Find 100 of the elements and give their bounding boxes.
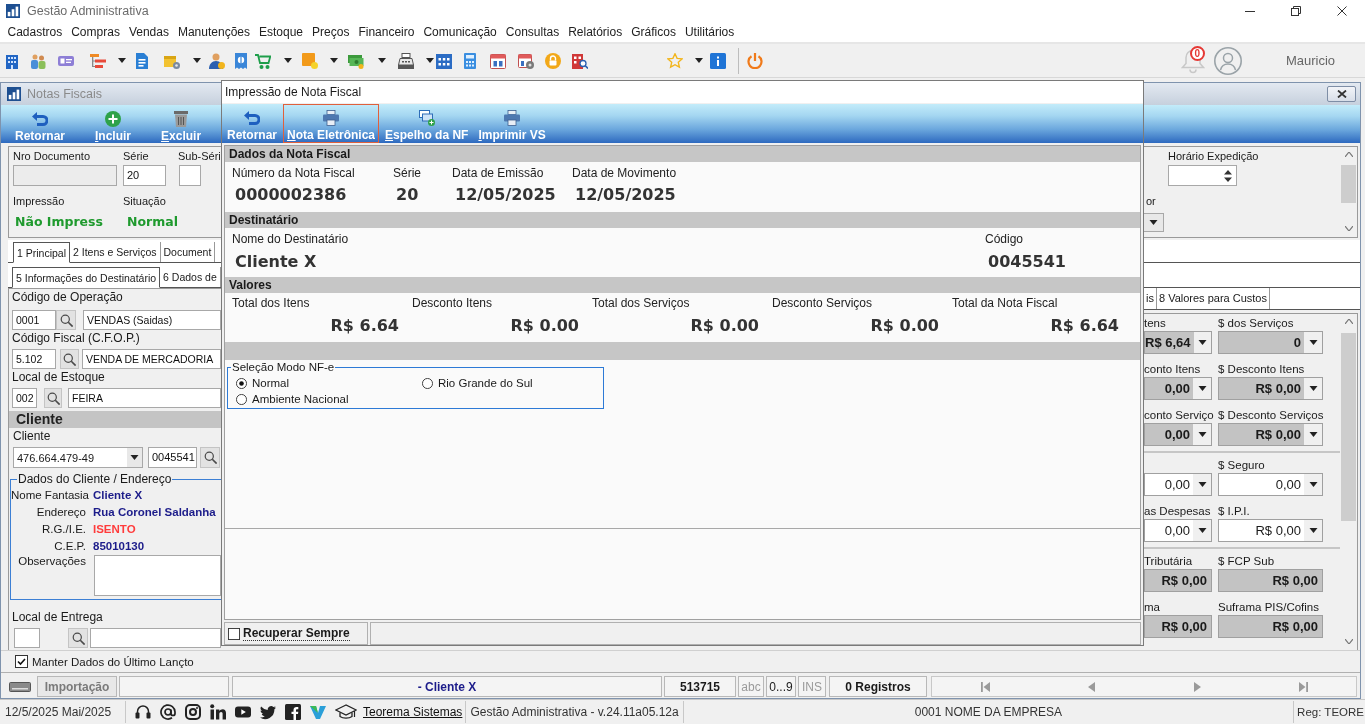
toolbar-button[interactable]: Nota Eletrônica bbox=[283, 104, 380, 143]
series-field[interactable]: 20 bbox=[123, 165, 166, 186]
calendar-icon[interactable] bbox=[490, 52, 506, 69]
search-button[interactable] bbox=[44, 388, 62, 408]
triangle-logo-icon[interactable] bbox=[310, 704, 326, 720]
document-number-field[interactable] bbox=[13, 165, 117, 186]
menu-item[interactable]: Estoque bbox=[254, 22, 308, 42]
menu-item[interactable]: Vendas bbox=[124, 22, 174, 42]
info-icon[interactable] bbox=[710, 52, 726, 69]
value-dropdown[interactable]: R$ 0,00 bbox=[1218, 519, 1323, 542]
star-icon[interactable] bbox=[667, 52, 683, 69]
radio-button[interactable] bbox=[422, 377, 433, 389]
building-icon[interactable] bbox=[4, 52, 20, 69]
caret-down-icon[interactable] bbox=[193, 58, 201, 63]
checkbox[interactable] bbox=[228, 627, 240, 640]
user-name[interactable]: Mauricio bbox=[1285, 53, 1335, 68]
menu-item[interactable]: Cadastros bbox=[3, 22, 67, 42]
menu-item[interactable]: Comunicação bbox=[418, 22, 502, 42]
menu-item[interactable]: Financeiro bbox=[353, 22, 419, 42]
menu-item[interactable]: Consultas bbox=[501, 22, 564, 42]
tab[interactable]: 8 Valores para Custos bbox=[1156, 288, 1270, 309]
linkedin-icon[interactable] bbox=[210, 704, 226, 720]
scrollbar-thumb[interactable] bbox=[1341, 165, 1356, 203]
description-field[interactable]: VENDAS (Saidas) bbox=[83, 310, 221, 330]
search-button[interactable] bbox=[56, 310, 76, 330]
time-field[interactable] bbox=[1168, 165, 1237, 186]
company-link[interactable]: Teorema Sistemas bbox=[363, 705, 463, 719]
people-icon[interactable] bbox=[30, 52, 46, 69]
calculator-icon[interactable] bbox=[462, 52, 478, 69]
search-button[interactable] bbox=[60, 349, 79, 369]
calendar-grid-icon[interactable] bbox=[436, 52, 452, 69]
caret-down-icon[interactable] bbox=[284, 58, 292, 63]
mode-button[interactable]: Importação bbox=[37, 676, 117, 697]
value-dropdown[interactable]: 0,00 bbox=[1144, 473, 1212, 496]
menu-item[interactable]: Compras bbox=[66, 22, 125, 42]
toolbar-button[interactable]: Imprimir VS bbox=[474, 104, 550, 143]
description-field[interactable]: VENDA DE MERCADORIA bbox=[82, 349, 221, 369]
cash-register-icon[interactable] bbox=[398, 52, 414, 69]
instagram-icon[interactable] bbox=[185, 704, 201, 720]
caret-down-icon[interactable] bbox=[378, 58, 386, 63]
description-field[interactable] bbox=[90, 628, 221, 648]
radio-button[interactable] bbox=[236, 377, 247, 389]
radio-button[interactable] bbox=[236, 393, 247, 405]
tab[interactable]: 1 Principal bbox=[13, 242, 71, 263]
caret-down-icon[interactable] bbox=[118, 58, 126, 63]
calendar-gear-icon[interactable] bbox=[518, 52, 534, 69]
toolbar-button[interactable]: Retornar bbox=[10, 105, 70, 143]
scroll-up-icon[interactable] bbox=[1344, 152, 1353, 157]
value-dropdown[interactable]: 0 bbox=[1218, 331, 1323, 354]
code-field[interactable]: 0045541 bbox=[148, 447, 197, 468]
headset-icon[interactable] bbox=[135, 704, 151, 720]
spinner-arrows-icon[interactable] bbox=[1224, 169, 1232, 182]
person-coin-icon[interactable] bbox=[209, 52, 225, 69]
client-combo-box[interactable]: 476.664.479-49 bbox=[13, 447, 143, 468]
value-dropdown[interactable]: 0,00 bbox=[1144, 519, 1212, 542]
scrollbar-thumb[interactable] bbox=[1341, 333, 1356, 521]
sub-series-field[interactable] bbox=[179, 165, 201, 186]
search-button[interactable] bbox=[200, 447, 220, 468]
caret-down-icon[interactable] bbox=[695, 58, 703, 63]
cart-icon[interactable] bbox=[255, 52, 271, 69]
tab[interactable]: 2 Itens e Serviços bbox=[70, 242, 161, 262]
code-field[interactable]: 5.102 bbox=[12, 349, 56, 369]
combo-box[interactable] bbox=[1144, 213, 1164, 232]
facebook-icon[interactable] bbox=[285, 704, 301, 720]
observations-field[interactable] bbox=[94, 555, 221, 596]
value-dropdown[interactable]: 0,00 bbox=[1144, 377, 1212, 400]
caret-down-icon[interactable] bbox=[426, 58, 434, 63]
scroll-down-icon[interactable] bbox=[1344, 639, 1353, 644]
menu-item[interactable]: Preços bbox=[307, 22, 354, 42]
menu-item[interactable]: Relatórios bbox=[563, 22, 627, 42]
radio-label[interactable]: Normal bbox=[252, 377, 290, 389]
menu-item[interactable]: Gráficos bbox=[626, 22, 681, 42]
radio-label[interactable]: Rio Grande do Sul bbox=[438, 377, 533, 389]
tab[interactable]: 5 Informações do Destinatário bbox=[12, 267, 161, 288]
code-field[interactable] bbox=[14, 628, 40, 648]
value-dropdown[interactable]: R$ 0,00 bbox=[1218, 377, 1323, 400]
value-dropdown[interactable]: 0,00 bbox=[1218, 473, 1323, 496]
description-field[interactable]: FEIRA bbox=[68, 388, 221, 408]
scroll-down-icon[interactable] bbox=[1344, 226, 1353, 231]
menu-item[interactable]: Manutenções bbox=[173, 22, 255, 42]
value-dropdown[interactable]: R$ 6,64 bbox=[1144, 331, 1212, 354]
toolbar-button[interactable]: Excluir bbox=[156, 105, 207, 143]
code-field[interactable]: 0001 bbox=[12, 310, 56, 330]
tab[interactable]: Document bbox=[160, 242, 216, 262]
twitter-icon[interactable] bbox=[260, 704, 276, 720]
graduation-cap-icon[interactable] bbox=[335, 704, 357, 720]
close-button[interactable] bbox=[1327, 86, 1356, 102]
document-icon[interactable] bbox=[134, 52, 150, 69]
tab[interactable]: 6 Dados de bbox=[160, 267, 221, 287]
checkbox[interactable] bbox=[15, 655, 28, 668]
radio-label[interactable]: Ambiente Nacional bbox=[252, 393, 349, 405]
menu-item[interactable]: Utilitários bbox=[680, 22, 739, 42]
scroll-up-icon[interactable] bbox=[1344, 319, 1353, 324]
building-search-icon[interactable] bbox=[572, 52, 588, 69]
caret-down-icon[interactable] bbox=[330, 58, 338, 63]
search-button[interactable] bbox=[68, 628, 88, 648]
value-dropdown[interactable]: R$ 0,00 bbox=[1218, 423, 1323, 446]
at-sign-icon[interactable] bbox=[160, 704, 176, 720]
value-dropdown[interactable]: 0,00 bbox=[1144, 423, 1212, 446]
money-icon[interactable] bbox=[348, 52, 364, 69]
